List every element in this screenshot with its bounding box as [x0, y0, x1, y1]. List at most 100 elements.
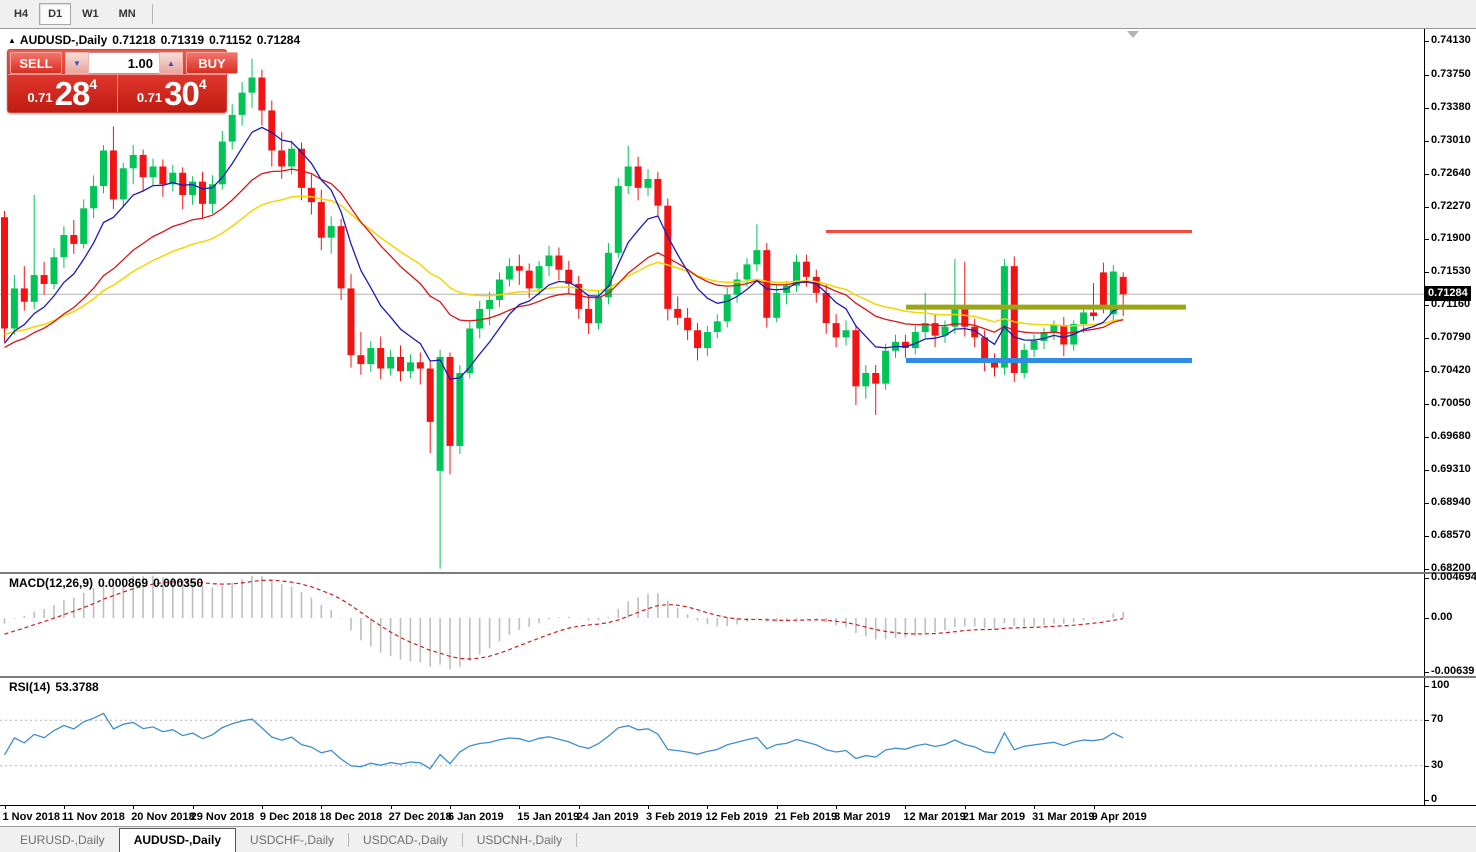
macd-axis-label: 0.004694 [1431, 571, 1476, 583]
timeframe-button-w1[interactable]: W1 [73, 3, 108, 25]
symbol-tab-bar: EURUSD-,DailyAUDUSD-,DailyUSDCHF-,DailyU… [0, 826, 1476, 852]
sell-button[interactable]: SELL [10, 52, 62, 74]
candle-body [387, 357, 394, 369]
candle-body [456, 373, 463, 446]
candle-body [120, 168, 127, 199]
timeframe-button-d1[interactable]: D1 [39, 3, 71, 25]
macd-histogram-bar [24, 616, 26, 618]
chart-low-value: 0.71152 [209, 33, 252, 47]
price-axis-tick [1425, 239, 1429, 240]
symbol-tab-usdcad[interactable]: USDCAD-,Daily [349, 829, 462, 852]
date-axis-label: 18 Dec 2018 [319, 811, 382, 823]
macd-histogram-bar [924, 618, 926, 633]
sell-price-display[interactable]: 0.71284 [8, 75, 118, 112]
rsi-axis-tick [1425, 766, 1429, 767]
date-axis-tick [133, 806, 134, 809]
macd-pane[interactable]: MACD(12,26,9)0.0008690.000350 [0, 574, 1424, 676]
date-axis[interactable]: 1 Nov 201811 Nov 201820 Nov 201829 Nov 2… [0, 805, 1476, 826]
candle-body [526, 271, 533, 289]
candle-body [645, 179, 652, 188]
chart-open-value: 0.71218 [112, 33, 155, 47]
price-axis-label: 0.68570 [1431, 529, 1471, 541]
candle-body [1, 217, 8, 328]
volume-increase-button[interactable]: ▲ [159, 52, 183, 74]
macd-histogram-bar [231, 583, 233, 618]
macd-histogram-bar [568, 617, 570, 618]
timeframe-button-mn[interactable]: MN [110, 3, 145, 25]
candle-body [654, 179, 661, 206]
candle-body [1011, 266, 1018, 373]
candle-body [179, 173, 186, 195]
date-axis-label: 6 Jan 2019 [448, 811, 504, 823]
macd-histogram-bar [974, 618, 976, 626]
trading-platform-window: H4 D1 W1 MN ▲AUDUSD-,Daily0.712180.71319… [0, 0, 1476, 852]
main-chart-pane[interactable]: ▲AUDUSD-,Daily0.712180.713190.711520.712… [0, 29, 1424, 572]
price-axis-tick [1425, 75, 1429, 76]
sell-price-prefix: 0.71 [27, 90, 52, 105]
macd-axis-tick [1425, 618, 1429, 619]
symbol-tab-usdchf[interactable]: USDCHF-,Daily [236, 829, 348, 852]
date-axis-tick [965, 806, 966, 809]
candle-body [744, 264, 751, 279]
candle-body [100, 150, 107, 186]
candle-body [595, 297, 602, 323]
timeframe-button-h4[interactable]: H4 [5, 3, 37, 25]
candle-body [60, 235, 67, 257]
symbol-tab-usdcnh[interactable]: USDCNH-,Daily [463, 829, 576, 852]
symbol-tab-audusd[interactable]: AUDUSD-,Daily [119, 828, 236, 852]
date-axis-tick [391, 806, 392, 809]
candle-body [367, 348, 374, 364]
macd-histogram-bar [479, 618, 481, 654]
symbol-tab-eurusd[interactable]: EURUSD-,Daily [6, 829, 119, 852]
macd-histogram-bar [499, 618, 501, 641]
sell-price-pip-digit: 4 [89, 76, 97, 92]
macd-signal-value: 0.000350 [153, 576, 203, 590]
candle-body [51, 257, 58, 284]
macd-histogram-bar [53, 605, 55, 618]
candle-body [694, 330, 701, 348]
candle-body [239, 93, 246, 115]
price-axis-label: 0.70420 [1431, 364, 1471, 376]
candle-body [407, 362, 414, 371]
candle-body [516, 266, 523, 270]
macd-histogram-bar [1073, 618, 1075, 623]
date-axis-label: 24 Jan 2019 [577, 811, 639, 823]
candle-body [674, 309, 681, 318]
macd-histogram-bar [796, 618, 798, 619]
price-axis-tick [1425, 569, 1429, 570]
candle-body [555, 255, 562, 269]
macd-histogram-bar [944, 618, 946, 630]
macd-axis-tick [1425, 578, 1429, 579]
candle-body [1120, 277, 1127, 294]
macd-histogram-bar [637, 597, 639, 618]
date-axis-tick [836, 806, 837, 809]
candle-body [258, 77, 265, 110]
volume-decrease-button[interactable]: ▼ [65, 52, 89, 74]
date-axis-tick [450, 806, 451, 809]
macd-axis-label: 0.00 [1431, 611, 1452, 623]
toolbar-separator [152, 4, 153, 24]
macd-canvas[interactable] [0, 574, 1424, 676]
date-axis-tick [519, 806, 520, 809]
date-axis-label: 11 Nov 2018 [62, 811, 125, 823]
candle-body [724, 295, 731, 322]
buy-price-display[interactable]: 0.71304 [118, 75, 227, 112]
price-axis[interactable]: 0.741300.737500.733800.730100.726400.722… [1424, 29, 1476, 572]
macd-histogram-bar [806, 618, 808, 619]
date-axis-label: 21 Feb 2019 [775, 811, 837, 823]
candle-body [872, 373, 879, 384]
price-axis-label: 0.68940 [1431, 496, 1471, 508]
candle-body [753, 250, 760, 264]
macd-histogram-bar [1103, 617, 1105, 618]
macd-histogram-bar [1023, 618, 1025, 627]
price-axis-tick [1425, 404, 1429, 405]
macd-name: MACD(12,26,9) [9, 576, 93, 590]
candle-body [338, 226, 345, 288]
candle-body [852, 330, 859, 386]
macd-histogram-bar [964, 618, 966, 626]
volume-input[interactable] [89, 52, 159, 74]
buy-button[interactable]: BUY [186, 52, 238, 74]
sell-price-big-digits: 28 [55, 77, 90, 110]
rsi-canvas[interactable] [0, 678, 1424, 805]
rsi-pane[interactable]: RSI(14)53.3788 [0, 678, 1424, 805]
